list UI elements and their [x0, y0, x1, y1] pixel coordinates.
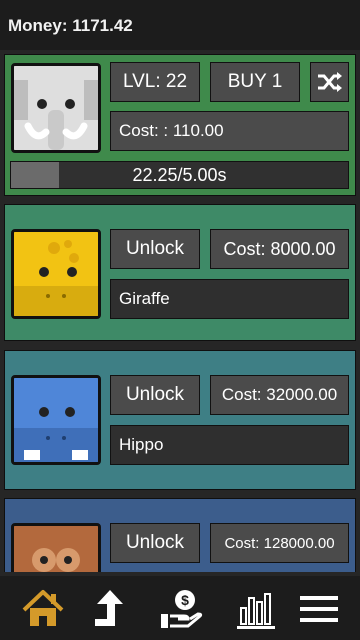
animal-card-elephant: LVL: 22 BUY 1 Cost: : 110.00 22.25/5.00s [4, 54, 356, 196]
animal-name-label: Hippo [119, 435, 164, 454]
top-bar: Money: 1171.42 [0, 0, 360, 50]
progress-label: 22.25/5.00s [132, 164, 227, 185]
upgrade-arrow-icon [95, 590, 123, 626]
svg-text:$: $ [181, 592, 189, 608]
giraffe-avatar [11, 229, 101, 319]
money-label: Money: 1171.42 [8, 16, 133, 35]
monkey-avatar [11, 523, 101, 572]
animal-list[interactable]: LVL: 22 BUY 1 Cost: : 110.00 22.25/5.00s [0, 50, 360, 572]
shuffle-button[interactable] [310, 62, 349, 102]
production-progress-bar: 22.25/5.00s [10, 161, 349, 189]
elephant-face-icon [14, 66, 98, 150]
animal-name-label: Giraffe [119, 289, 170, 308]
monkey-face-icon [14, 526, 98, 572]
stats-icon [237, 593, 275, 629]
hippo-avatar [11, 375, 101, 465]
cost-button-giraffe: Cost: 8000.00 [210, 229, 349, 269]
hippo-face-icon [14, 378, 98, 462]
menu-icon [300, 596, 338, 622]
nav-menu-button[interactable] [296, 586, 342, 632]
unlock-button-monkey[interactable]: Unlock [110, 523, 200, 563]
home-icon [22, 590, 64, 626]
name-field-hippo: Hippo [110, 425, 349, 465]
level-label: LVL: 22 [122, 71, 188, 92]
nav-income-button[interactable]: $ [158, 586, 204, 632]
unlock-button-giraffe[interactable]: Unlock [110, 229, 200, 269]
buy-button[interactable]: BUY 1 [210, 62, 300, 102]
nav-upgrade-button[interactable] [87, 586, 133, 632]
cost-label: Cost: : 110.00 [119, 121, 224, 140]
nav-stats-button[interactable] [233, 586, 279, 632]
name-field-giraffe: Giraffe [110, 279, 349, 319]
animal-card-monkey: Unlock Cost: 128000.00 [4, 498, 356, 572]
elephant-avatar [11, 63, 101, 153]
animal-card-giraffe: Unlock Cost: 8000.00 Giraffe [4, 204, 356, 341]
cost-button-monkey: Cost: 128000.00 [210, 523, 349, 563]
cost-label: Cost: 32000.00 [221, 385, 338, 404]
buy-label: BUY 1 [227, 71, 283, 92]
bottom-nav-bar: $ [0, 576, 360, 640]
cost-button-hippo: Cost: 32000.00 [210, 375, 349, 415]
unlock-label: Unlock [125, 532, 185, 553]
animal-card-hippo: Unlock Cost: 32000.00 Hippo [4, 350, 356, 490]
money-hand-icon: $ [161, 590, 203, 628]
unlock-button-hippo[interactable]: Unlock [110, 375, 200, 415]
level-button[interactable]: LVL: 22 [110, 62, 200, 102]
cost-field: Cost: : 110.00 [110, 111, 349, 151]
unlock-label: Unlock [125, 384, 185, 405]
giraffe-face-icon [14, 232, 98, 316]
shuffle-icon [317, 72, 342, 92]
cost-label: Cost: 128000.00 [224, 534, 335, 552]
nav-home-button[interactable] [20, 586, 66, 632]
cost-label: Cost: 8000.00 [223, 238, 336, 259]
unlock-label: Unlock [125, 238, 185, 259]
